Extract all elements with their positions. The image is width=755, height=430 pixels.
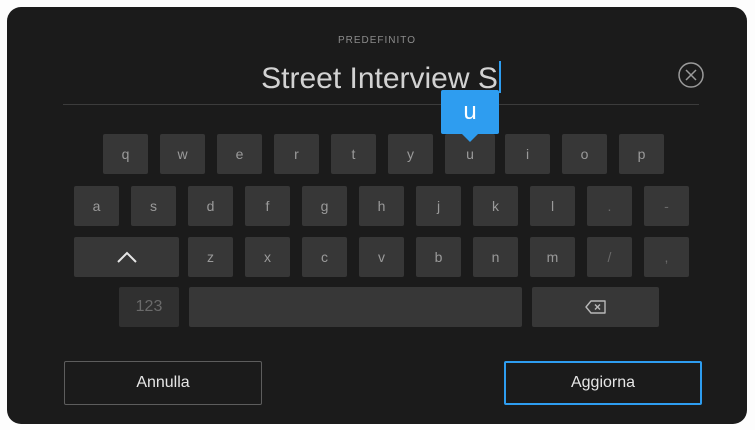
key-k[interactable]: k bbox=[473, 186, 518, 226]
key-x[interactable]: x bbox=[245, 237, 290, 277]
key-n[interactable]: n bbox=[473, 237, 518, 277]
key-g[interactable]: g bbox=[302, 186, 347, 226]
key-o[interactable]: o bbox=[562, 134, 607, 174]
key-y[interactable]: y bbox=[388, 134, 433, 174]
key-z[interactable]: z bbox=[188, 237, 233, 277]
key-slash[interactable]: / bbox=[587, 237, 632, 277]
key-q[interactable]: q bbox=[103, 134, 148, 174]
key-d[interactable]: d bbox=[188, 186, 233, 226]
name-input-field[interactable]: Street Interview S bbox=[63, 53, 699, 105]
text-caret bbox=[498, 61, 501, 93]
key-j[interactable]: j bbox=[416, 186, 461, 226]
key-w[interactable]: w bbox=[160, 134, 205, 174]
key-s[interactable]: s bbox=[131, 186, 176, 226]
clear-input-button[interactable] bbox=[677, 61, 705, 89]
key-r[interactable]: r bbox=[274, 134, 319, 174]
key-hyphen[interactable]: - bbox=[644, 186, 689, 226]
space-bar[interactable] bbox=[189, 287, 522, 327]
key-p[interactable]: p bbox=[619, 134, 664, 174]
key-m[interactable]: m bbox=[530, 237, 575, 277]
key-l[interactable]: l bbox=[530, 186, 575, 226]
key-preview-popup: u bbox=[441, 90, 499, 142]
key-t[interactable]: t bbox=[331, 134, 376, 174]
key-e[interactable]: e bbox=[217, 134, 262, 174]
key-period[interactable]: . bbox=[587, 186, 632, 226]
key-a[interactable]: a bbox=[74, 186, 119, 226]
input-underline bbox=[63, 104, 699, 105]
cancel-button[interactable]: Annulla bbox=[64, 361, 262, 405]
key-i[interactable]: i bbox=[505, 134, 550, 174]
preset-label: PREDEFINITO bbox=[337, 35, 417, 46]
preset-name-editor: PREDEFINITO Street Interview S q w e r t… bbox=[7, 7, 747, 424]
key-f[interactable]: f bbox=[245, 186, 290, 226]
backspace-icon bbox=[584, 300, 606, 314]
chevron-up-icon bbox=[116, 251, 137, 263]
key-h[interactable]: h bbox=[359, 186, 404, 226]
key-comma[interactable]: , bbox=[644, 237, 689, 277]
key-b[interactable]: b bbox=[416, 237, 461, 277]
name-input-value: Street Interview S bbox=[63, 61, 699, 96]
update-button[interactable]: Aggiorna bbox=[504, 361, 702, 405]
numbers-key[interactable]: 123 bbox=[119, 287, 179, 327]
key-c[interactable]: c bbox=[302, 237, 347, 277]
key-v[interactable]: v bbox=[359, 237, 404, 277]
shift-key[interactable] bbox=[74, 237, 179, 277]
clear-circle-icon bbox=[678, 62, 704, 88]
backspace-key[interactable] bbox=[532, 287, 659, 327]
